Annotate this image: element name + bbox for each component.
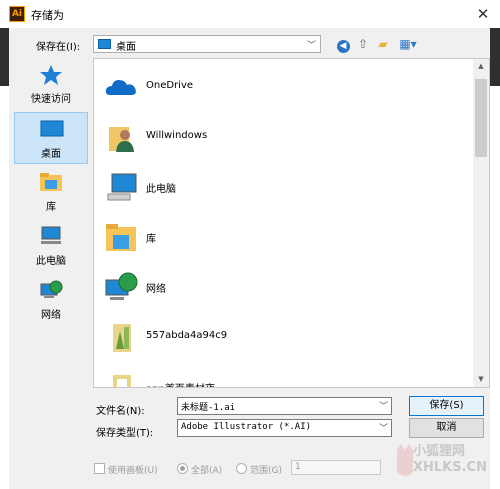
filename-input[interactable]: 未标题-1.ai ﹀: [177, 397, 392, 415]
file-name: 557abda4a94c9: [146, 330, 228, 341]
back-button[interactable]: ◀: [334, 35, 352, 53]
filename-label: 文件名(N):: [96, 406, 145, 417]
list-item[interactable]: 库: [94, 213, 464, 263]
view-menu-button[interactable]: ▦▾: [396, 35, 420, 53]
location-select[interactable]: 桌面 ﹀: [93, 35, 321, 53]
network-icon: [104, 271, 138, 303]
save-button[interactable]: 保存(S): [409, 396, 484, 416]
place-label: 此电脑: [36, 256, 66, 267]
place-this-pc[interactable]: 此电脑: [14, 220, 88, 272]
file-name: OneDrive: [146, 80, 194, 91]
user-folder-icon: [104, 121, 138, 153]
window-title: 存储为: [31, 9, 64, 22]
background-edge-left: [0, 28, 9, 86]
list-item[interactable]: OneDrive: [94, 63, 464, 113]
scroll-thumb[interactable]: [475, 79, 487, 157]
chevron-down-icon[interactable]: ﹀: [379, 399, 388, 412]
file-name: Willwindows: [146, 130, 208, 141]
range-label: 范围(G): [250, 466, 282, 476]
place-quick-access[interactable]: 快速访问: [14, 58, 88, 110]
folder-icon: [104, 321, 138, 353]
all-label: 全部(A): [191, 466, 223, 476]
range-radio[interactable]: 范围(G): [236, 463, 282, 476]
range-input[interactable]: 1: [291, 460, 381, 475]
watermark: 小狐狸网 XHLKS.CN: [395, 438, 495, 484]
location-value: 桌面: [116, 42, 136, 53]
title-bar: [0, 0, 500, 28]
filetype-label: 保存类型(T):: [96, 428, 154, 439]
watermark-line1: 小狐狸网: [413, 444, 466, 459]
desktop-icon: [40, 119, 64, 139]
this-pc-icon: [104, 171, 138, 203]
file-name: app首页素材夜: [146, 380, 215, 387]
filetype-value: Adobe Illustrator (*.AI): [181, 422, 312, 432]
cancel-button[interactable]: 取消: [409, 418, 484, 438]
new-folder-button[interactable]: ▰: [374, 35, 392, 53]
use-artboards-label: 使用画板(U): [108, 466, 158, 476]
vertical-scrollbar[interactable]: ▲ ▼: [473, 59, 489, 387]
file-list[interactable]: OneDrive Willwindows 此电脑 库 网络 557abda4a9…: [93, 58, 490, 388]
chevron-down-icon[interactable]: ﹀: [379, 421, 388, 434]
desktop-icon: [98, 39, 111, 49]
list-item[interactable]: 此电脑: [94, 163, 464, 213]
scroll-up-icon[interactable]: ▲: [475, 62, 487, 70]
file-name: 网络: [146, 284, 166, 295]
network-icon: [39, 280, 63, 300]
radio-dot: [236, 463, 247, 474]
filename-value: 未标题-1.ai: [181, 403, 236, 413]
save-in-label: 保存在(I):: [36, 42, 81, 53]
chevron-down-icon: ﹀: [306, 41, 316, 51]
radio-dot: [177, 463, 188, 474]
file-name: 库: [146, 234, 156, 245]
places-bar: 快速访问 桌面 库 此电脑 网络: [10, 58, 92, 388]
place-label: 快速访问: [31, 94, 71, 105]
close-icon[interactable]: ✕: [472, 3, 494, 25]
list-item[interactable]: 网络: [94, 263, 464, 313]
this-pc-icon: [39, 226, 63, 246]
list-item[interactable]: app首页素材夜: [94, 363, 464, 387]
place-label: 桌面: [41, 149, 61, 160]
libraries-icon: [104, 221, 138, 253]
fox-logo-icon: [397, 444, 413, 476]
folder-icon: [104, 371, 138, 387]
checkbox-box: [94, 463, 105, 474]
place-label: 库: [46, 202, 56, 213]
place-libraries[interactable]: 库: [14, 166, 88, 218]
back-arrow-icon: ◀: [336, 40, 350, 53]
watermark-line2: XHLKS.CN: [413, 460, 487, 475]
scroll-down-icon[interactable]: ▼: [475, 375, 487, 383]
up-folder-button[interactable]: ⇧: [354, 35, 372, 53]
illustrator-app-icon: Ai: [9, 6, 25, 22]
place-desktop[interactable]: 桌面: [14, 112, 88, 164]
filetype-select[interactable]: Adobe Illustrator (*.AI) ﹀: [177, 419, 392, 437]
background-edge-right: [490, 28, 500, 86]
all-radio[interactable]: 全部(A): [177, 463, 222, 476]
place-label: 网络: [41, 310, 61, 321]
list-item[interactable]: 557abda4a94c9: [94, 313, 464, 363]
list-item[interactable]: Willwindows: [94, 113, 464, 163]
libraries-icon: [39, 172, 63, 192]
quick-access-star-icon: [39, 64, 63, 85]
file-name: 此电脑: [146, 184, 176, 195]
use-artboards-checkbox[interactable]: 使用画板(U): [94, 463, 158, 476]
place-network[interactable]: 网络: [14, 274, 88, 326]
onedrive-cloud-icon: [104, 71, 138, 103]
